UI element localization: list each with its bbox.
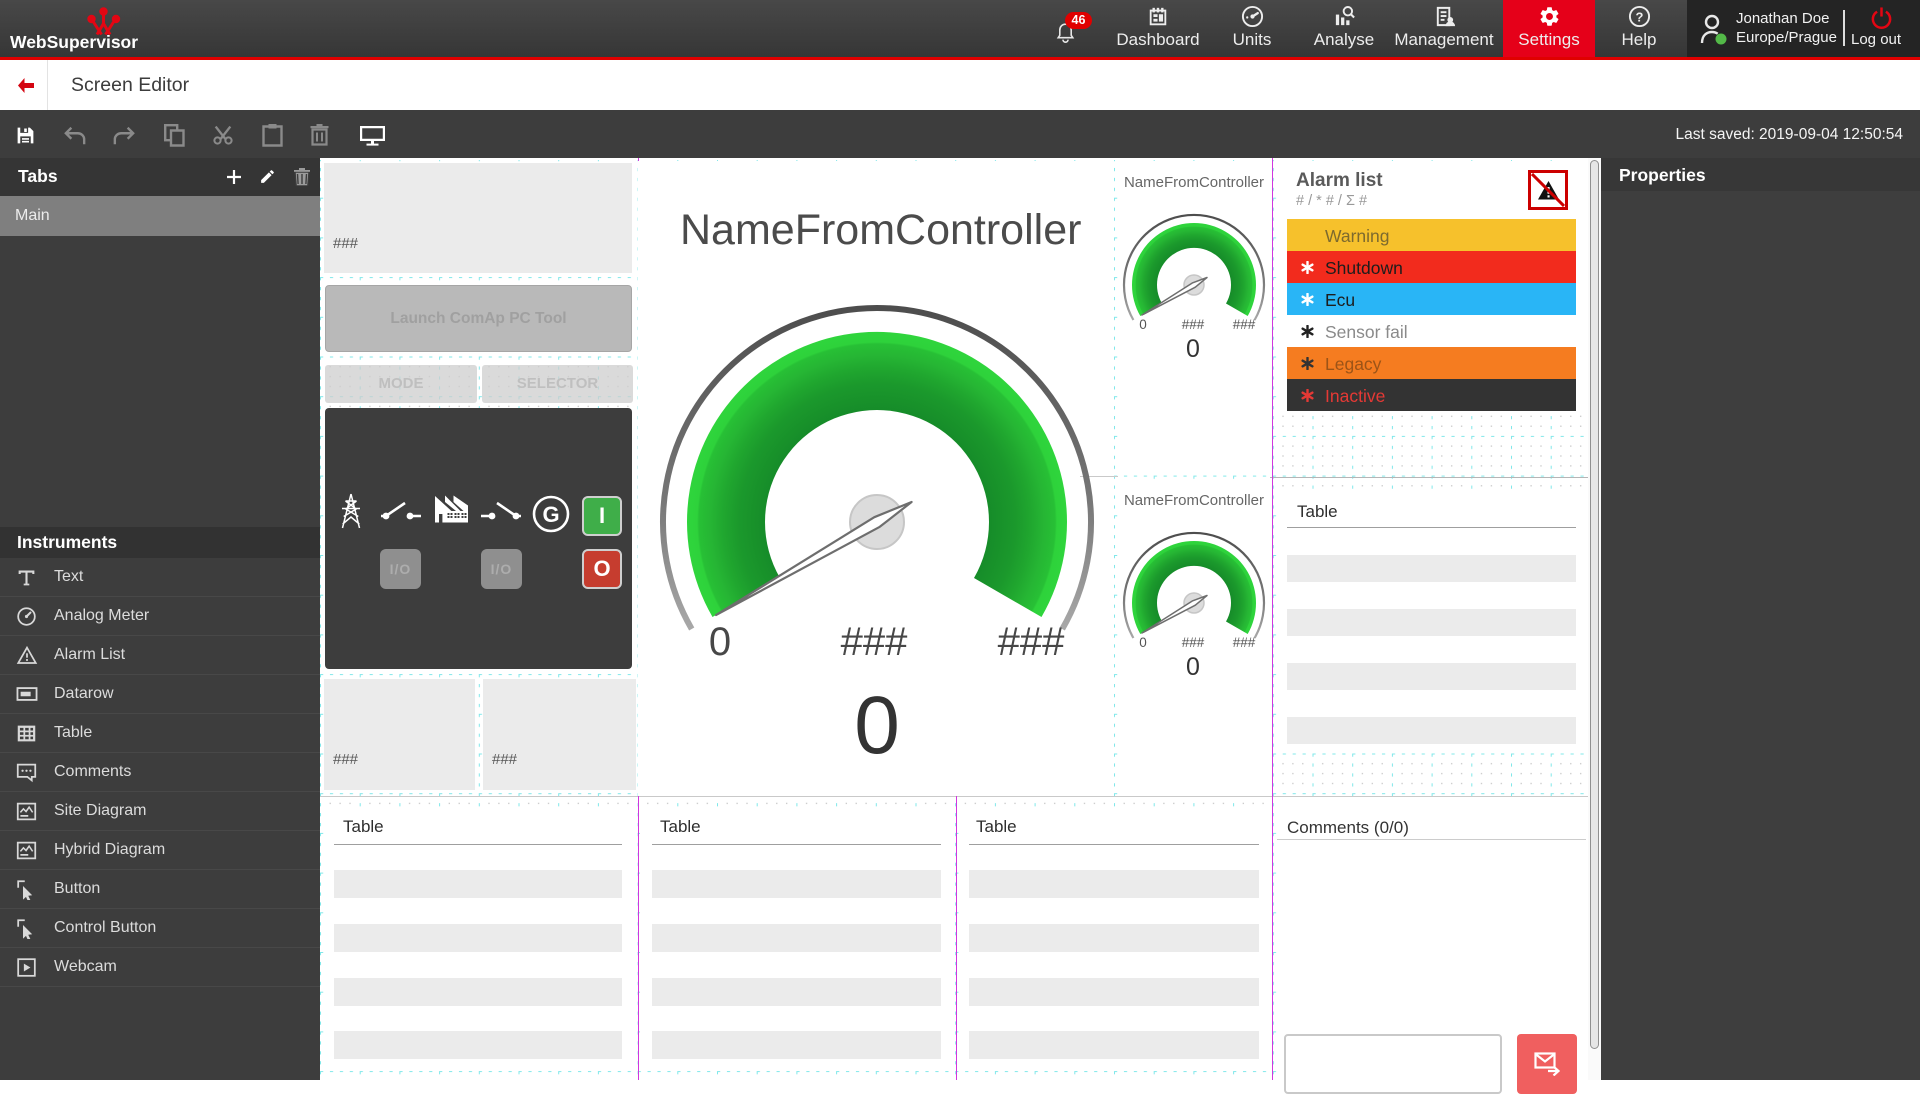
svg-text:G: G <box>542 502 559 527</box>
svg-text:?: ? <box>1636 9 1644 24</box>
